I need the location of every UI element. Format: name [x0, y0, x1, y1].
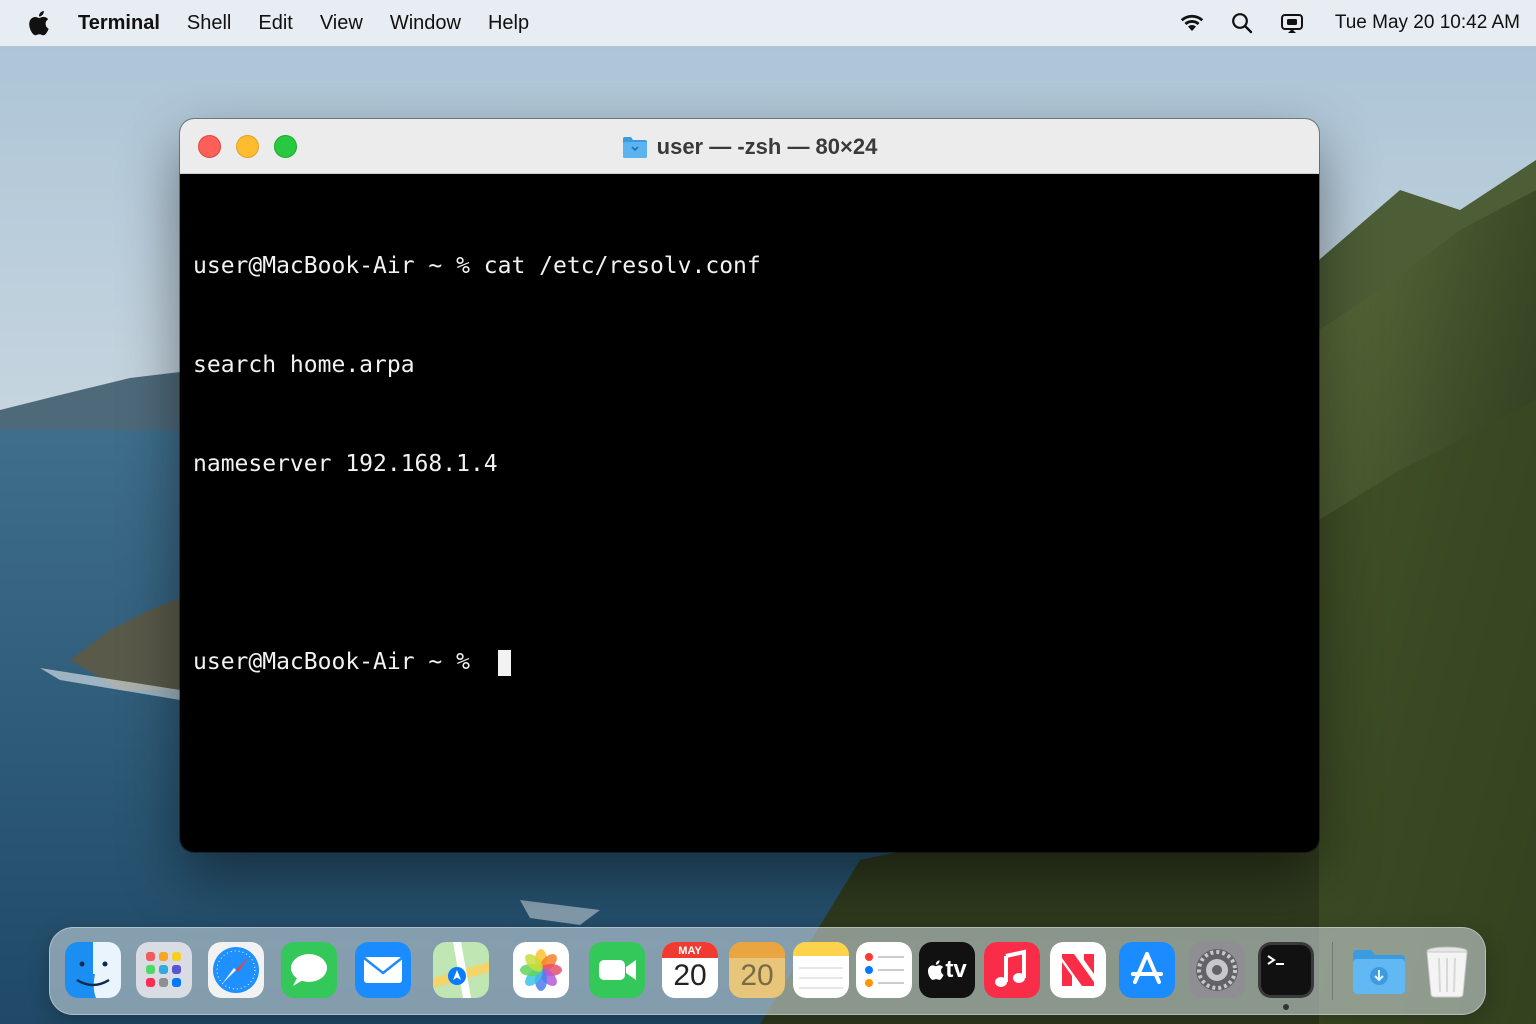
contacts-day-label: 20 [740, 959, 774, 992]
terminal-prompt: user@MacBook-Air ~ % [193, 649, 484, 675]
terminal-line: nameserver 192.168.1.4 [193, 451, 498, 477]
menu-edit[interactable]: Edit [258, 12, 292, 35]
spotlight-search-icon[interactable] [1227, 8, 1257, 38]
dock-terminal-icon[interactable] [1258, 942, 1314, 998]
menu-help[interactable]: Help [488, 12, 529, 35]
dock-calendar-icon[interactable]: MAY 20 [662, 942, 718, 998]
home-folder-icon [622, 135, 648, 159]
zoom-button[interactable] [274, 134, 297, 158]
dock-photos-icon[interactable] [513, 942, 569, 998]
text-cursor [497, 649, 511, 676]
dock-finder-icon[interactable] [65, 942, 121, 998]
terminal-window: user — -zsh — 80×24 user@MacBook-Air ~ %… [180, 119, 1319, 852]
wifi-icon[interactable] [1177, 8, 1207, 38]
dock-app-store-icon[interactable] [1119, 942, 1175, 998]
window-titlebar[interactable]: user — -zsh — 80×24 [180, 119, 1319, 174]
close-button[interactable] [198, 134, 221, 158]
terminal-line: search home.arpa [193, 352, 415, 378]
dock-safari-icon[interactable] [208, 942, 264, 998]
minimize-button[interactable] [236, 134, 259, 158]
terminal-line: user@MacBook-Air ~ % cat /etc/resolv.con… [193, 253, 761, 279]
menu-app-terminal[interactable]: Terminal [78, 12, 160, 35]
dock-launchpad-icon[interactable] [136, 942, 192, 998]
dock-facetime-icon[interactable] [589, 942, 645, 998]
calendar-day-label: 20 [673, 959, 707, 992]
menu-bar: Terminal Shell Edit View Window Help Tue… [0, 0, 1536, 46]
menubar-clock[interactable]: Tue May 20 10:42 AM [1335, 12, 1520, 34]
menu-window[interactable]: Window [390, 12, 461, 35]
dock-news-icon[interactable] [1050, 942, 1106, 998]
control-center-icon[interactable] [1277, 8, 1307, 38]
dock-system-settings-icon[interactable] [1189, 942, 1245, 998]
dock-downloads-folder-icon[interactable] [1351, 942, 1407, 998]
terminal-running-indicator [1283, 1004, 1289, 1010]
menu-shell[interactable]: Shell [187, 12, 231, 35]
window-controls [198, 134, 297, 158]
terminal-output[interactable]: user@MacBook-Air ~ % cat /etc/resolv.con… [180, 174, 1319, 755]
apple-logo-icon [928, 960, 944, 980]
calendar-month-label: MAY [678, 945, 702, 957]
dock-music-icon[interactable] [984, 942, 1040, 998]
dock-mail-icon[interactable] [355, 942, 411, 998]
dock-contacts-icon[interactable]: 20 [729, 942, 785, 998]
dock-reminders-icon[interactable] [856, 942, 912, 998]
dock-notes-icon[interactable] [793, 942, 849, 998]
dock-separator [1332, 942, 1333, 1000]
apple-menu-icon[interactable] [28, 10, 50, 36]
dock-trash-icon[interactable] [1419, 942, 1475, 998]
dock-maps-icon[interactable] [433, 942, 489, 998]
terminal-prompt-line[interactable]: user@MacBook-Air ~ % [193, 646, 1306, 679]
window-title-text: user — -zsh — 80×24 [656, 133, 878, 159]
window-title: user — -zsh — 80×24 [180, 119, 1319, 174]
dock-messages-icon[interactable] [281, 942, 337, 998]
tv-label: tv [945, 956, 967, 983]
dock-tv-icon[interactable]: tv [919, 942, 975, 998]
menu-view[interactable]: View [320, 12, 363, 35]
